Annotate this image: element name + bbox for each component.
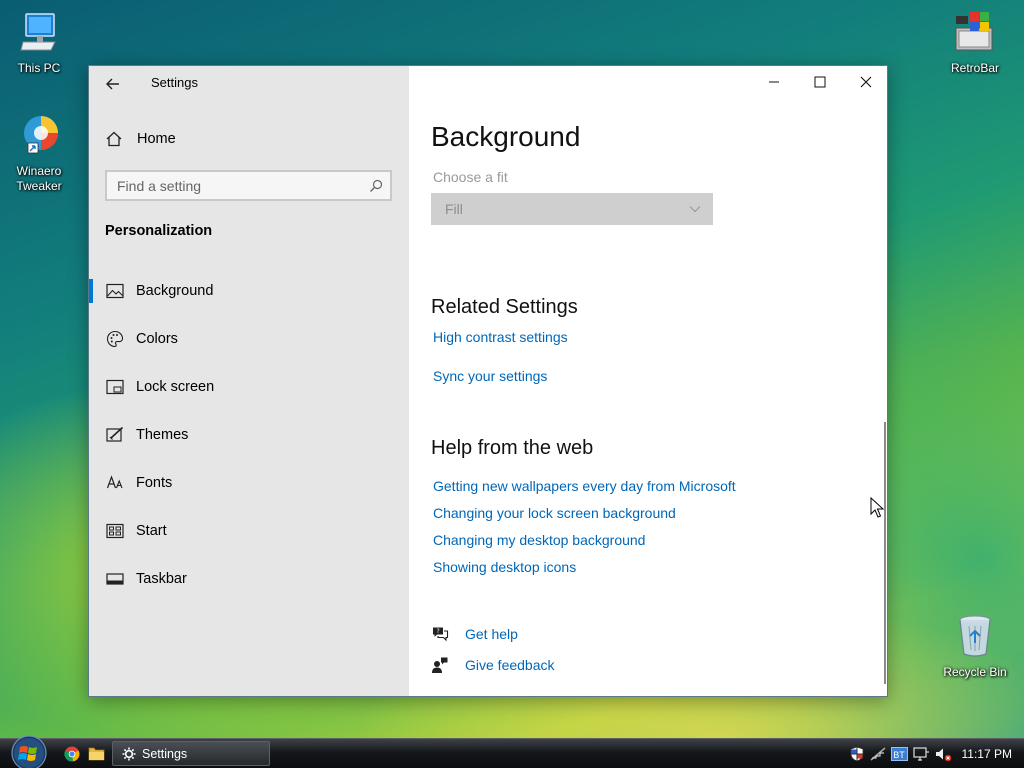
maximize-icon (814, 76, 826, 88)
nav-home-label: Home (137, 131, 176, 147)
palette-icon (107, 330, 124, 348)
desktop-icon-label: Tweaker (16, 179, 62, 193)
bluetooth-badge-label: BT (893, 750, 905, 760)
related-settings-heading: Related Settings (431, 296, 578, 318)
desktop-icon-this-pc[interactable]: This PC (1, 10, 77, 76)
close-icon (860, 76, 872, 88)
link-new-wallpapers[interactable]: Getting new wallpapers every day from Mi… (433, 478, 736, 494)
get-help-label: Get help (465, 626, 518, 642)
desktop-icon-retrobar[interactable]: RetroBar (937, 8, 1013, 76)
themes-icon (106, 426, 124, 442)
recycle-bin-icon (937, 612, 1013, 662)
desktop-icon-label: This PC (17, 61, 61, 75)
volume-muted-icon[interactable] (934, 746, 952, 762)
nav-item-label: Background (136, 283, 214, 299)
back-arrow-icon (106, 78, 119, 90)
chevron-down-icon (689, 206, 701, 213)
give-feedback-label: Give feedback (465, 657, 555, 673)
settings-nav-pane: Settings Home Find a setting Personaliza… (89, 66, 409, 696)
svg-text:?: ? (437, 628, 440, 635)
nav-section-title: Personalization (105, 223, 213, 239)
nav-item-label: Colors (136, 331, 178, 347)
nav-item-label: Taskbar (136, 571, 187, 587)
nav-home[interactable]: Home (105, 128, 176, 150)
windows-orb-icon (11, 735, 47, 768)
minimize-button[interactable] (751, 66, 797, 98)
desktop-icon-recycle-bin[interactable]: Recycle Bin (937, 612, 1013, 680)
nav-item-label: Themes (136, 427, 189, 443)
desktop-icon-label: RetroBar (950, 61, 1000, 75)
desktop-icon-label: Recycle Bin (943, 665, 1007, 679)
fit-dropdown-value: Fill (445, 201, 463, 217)
taskbar-button-settings[interactable]: Settings (112, 741, 270, 766)
fit-dropdown[interactable]: Fill (431, 193, 713, 225)
get-help-icon: ? (433, 627, 449, 642)
home-icon (106, 131, 122, 147)
start-button[interactable] (8, 735, 50, 768)
search-icon (370, 179, 383, 192)
nav-item-taskbar[interactable]: Taskbar (89, 555, 409, 603)
nav-item-themes[interactable]: Themes (89, 411, 409, 459)
search-placeholder: Find a setting (117, 177, 202, 194)
settings-content-pane: Background Choose a fit Fill Related Set… (409, 66, 887, 696)
nav-item-colors[interactable]: Colors (89, 315, 409, 363)
lock-screen-icon (106, 379, 124, 395)
bluetooth-badge[interactable]: BT (890, 747, 908, 761)
link-high-contrast-settings[interactable]: High contrast settings (433, 329, 568, 345)
taskbar-icon (106, 573, 124, 585)
nav-item-label: Lock screen (136, 379, 215, 395)
nav-item-label: Fonts (136, 475, 173, 491)
taskbar-clock[interactable]: 11:17 PM (962, 747, 1012, 761)
nav-item-label: Start (136, 523, 167, 539)
back-button[interactable] (103, 74, 123, 94)
get-help-link[interactable]: ? Get help (431, 623, 518, 645)
page-title: Background (431, 121, 581, 152)
computer-icon (1, 10, 77, 58)
network-disabled-icon[interactable] (869, 746, 887, 762)
gear-icon (122, 747, 136, 760)
nav-item-lock-screen[interactable]: Lock screen (89, 363, 409, 411)
picture-icon (106, 283, 124, 299)
taskbar: Settings BT 11:17 PM (0, 735, 1024, 768)
settings-window: Settings Home Find a setting Personaliza… (88, 65, 888, 697)
nav-item-background[interactable]: Background (89, 267, 409, 315)
link-lock-screen-background[interactable]: Changing your lock screen background (433, 505, 676, 521)
file-explorer-icon[interactable] (88, 746, 105, 761)
chrome-icon[interactable] (64, 746, 80, 762)
mouse-cursor-icon (870, 497, 884, 518)
link-desktop-background[interactable]: Changing my desktop background (433, 532, 645, 548)
scrollbar[interactable] (884, 422, 886, 684)
feedback-icon (432, 657, 448, 673)
fit-label: Choose a fit (433, 169, 508, 185)
system-tray: BT 11:17 PM (849, 739, 1024, 768)
help-from-web-heading: Help from the web (431, 437, 594, 459)
desktop-icon-winaero-tweaker[interactable]: Winaero Tweaker (1, 113, 77, 194)
search-input[interactable]: Find a setting (105, 170, 392, 201)
security-shield-icon[interactable] (849, 746, 865, 762)
nav-item-fonts[interactable]: Fonts (89, 459, 409, 507)
nav-item-start[interactable]: Start (89, 507, 409, 555)
selection-indicator (89, 279, 93, 303)
winaero-tweaker-icon (1, 113, 77, 161)
give-feedback-link[interactable]: Give feedback (431, 654, 555, 676)
minimize-icon (769, 81, 779, 83)
link-desktop-icons[interactable]: Showing desktop icons (433, 559, 576, 575)
start-icon (106, 523, 124, 539)
fonts-icon (106, 475, 123, 489)
window-title: Settings (151, 75, 198, 90)
retrobar-icon (937, 8, 1013, 58)
display-icon[interactable] (912, 746, 930, 762)
maximize-button[interactable] (797, 66, 843, 98)
close-button[interactable] (843, 66, 887, 98)
link-sync-your-settings[interactable]: Sync your settings (433, 368, 547, 384)
desktop-icon-label: Winaero (16, 164, 62, 178)
taskbar-button-label: Settings (142, 746, 188, 761)
